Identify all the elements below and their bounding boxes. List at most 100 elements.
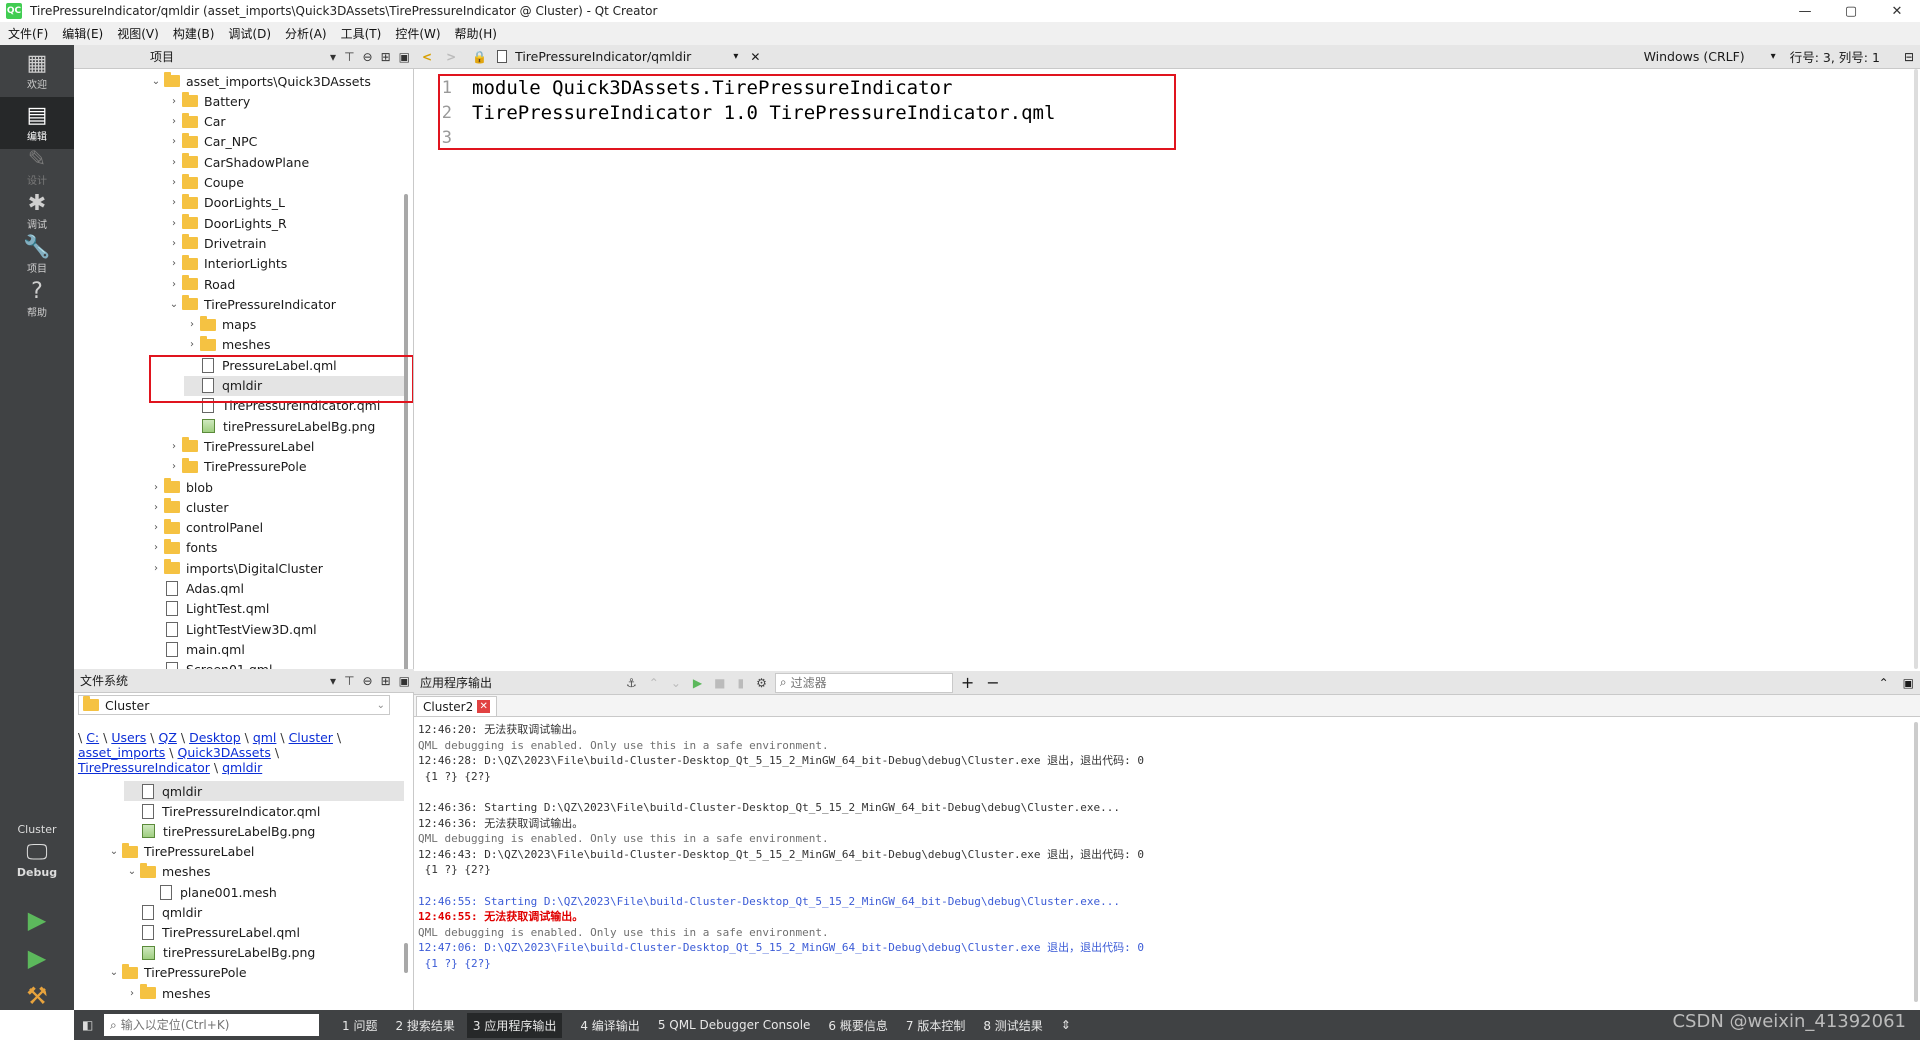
output-pane-button[interactable]: 4 编译输出 [580, 1017, 639, 1034]
fs-split-icon[interactable]: ⊞ [381, 674, 391, 688]
tree-item[interactable]: › Car [166, 112, 404, 132]
fs-dropdown-icon[interactable]: ▾ [330, 674, 336, 688]
expand-chevron-icon[interactable]: ⌄ [124, 866, 140, 877]
close-pane-icon[interactable]: ▣ [399, 50, 410, 64]
tree-item[interactable]: LightTest.qml [148, 599, 404, 619]
mode-help[interactable]: ? 帮助 [0, 273, 74, 325]
expand-chevron-icon[interactable]: › [148, 542, 164, 553]
output-pane-button[interactable]: 2 搜索结果 [395, 1017, 454, 1034]
path-segment[interactable]: Desktop [189, 730, 241, 745]
expand-chevron-icon[interactable]: ⌄ [106, 967, 122, 978]
maximize-button[interactable]: ▢ [1828, 0, 1874, 22]
zoom-in-icon[interactable]: + [961, 673, 974, 692]
path-segment[interactable]: qml [253, 730, 277, 745]
path-segment[interactable]: qmldir [222, 760, 262, 775]
fs-filter-icon[interactable]: ⊤ [344, 674, 354, 688]
tree-item[interactable]: › TirePressurePole [166, 457, 404, 477]
menu-item-7[interactable]: 控件(W) [395, 25, 440, 42]
settings-gear-icon[interactable]: ⚙ [756, 676, 767, 690]
split-icon[interactable]: ⊞ [381, 50, 391, 64]
fs-sync-icon[interactable]: ⊖ [363, 674, 373, 688]
path-segment[interactable]: Users [111, 730, 146, 745]
path-segment[interactable]: Quick3DAssets [177, 745, 270, 760]
tree-item[interactable]: › controlPanel [148, 518, 404, 538]
tree-item[interactable]: › InteriorLights [166, 254, 404, 274]
open-document-combo[interactable]: TirePressureIndicator/qmldir [515, 49, 691, 64]
tree-item[interactable]: Adas.qml [148, 579, 404, 599]
fs-scrollbar[interactable] [404, 943, 408, 973]
expand-chevron-icon[interactable]: › [166, 238, 182, 249]
locator-box[interactable]: ⌕ [104, 1014, 319, 1036]
expand-chevron-icon[interactable]: › [148, 522, 164, 533]
line-ending-combo[interactable]: Windows (CRLF) [1644, 49, 1745, 64]
tree-item[interactable]: › meshes [184, 335, 404, 355]
tree-item[interactable]: › maps [184, 315, 404, 335]
tree-item[interactable]: main.qml [148, 639, 404, 659]
output-pane-button[interactable]: 7 版本控制 [906, 1017, 965, 1034]
rerun-icon[interactable]: ▶ [693, 676, 702, 690]
sidebar-toggle-icon[interactable]: ◧ [82, 1018, 93, 1032]
tree-item[interactable]: › imports\DigitalCluster [148, 558, 404, 578]
split-editor-icon[interactable]: ⊟ [1904, 50, 1914, 64]
tree-item[interactable]: › TirePressureLabel [166, 436, 404, 456]
tree-item[interactable]: ⌄ asset_imports\Quick3DAssets [148, 71, 404, 91]
menu-item-3[interactable]: 构建(B) [173, 25, 215, 42]
editor-scrollbar[interactable] [1914, 69, 1918, 669]
nav-forward-button[interactable]: > [446, 50, 456, 64]
locator-input[interactable] [120, 1018, 301, 1032]
tree-item[interactable]: Screen01.qml [148, 660, 404, 669]
filter-icon[interactable]: ⊤ [344, 50, 354, 64]
menu-item-1[interactable]: 编辑(E) [62, 25, 103, 42]
path-segment[interactable]: C: [86, 730, 99, 745]
close-button[interactable]: ✕ [1874, 0, 1920, 22]
zoom-out-icon[interactable]: − [986, 673, 999, 692]
menu-item-6[interactable]: 工具(T) [341, 25, 382, 42]
tree-item[interactable]: › Road [166, 274, 404, 294]
menu-item-5[interactable]: 分析(A) [285, 25, 327, 42]
tree-item[interactable]: › DoorLights_L [166, 193, 404, 213]
menu-item-2[interactable]: 视图(V) [117, 25, 159, 42]
project-tree[interactable]: ⌄ asset_imports\Quick3DAssets › Battery › Car… [74, 69, 414, 669]
expand-chevron-icon[interactable]: › [166, 258, 182, 269]
output-pane-button[interactable]: 8 测试结果 [983, 1017, 1042, 1034]
tree-item[interactable]: › meshes [124, 983, 404, 1003]
output-filter-input[interactable] [790, 675, 931, 690]
tree-item[interactable]: qmldir [124, 902, 404, 922]
tree-item[interactable]: › fonts [148, 538, 404, 558]
tree-item[interactable]: TirePressureLabel.qml [124, 922, 404, 942]
minimize-button[interactable]: — [1782, 0, 1828, 22]
fs-close-icon[interactable]: ▣ [399, 674, 410, 688]
prev-icon[interactable]: ⌃ [649, 676, 659, 690]
close-pane-icon[interactable]: ▣ [1903, 676, 1914, 690]
expand-chevron-icon[interactable]: › [166, 279, 182, 290]
next-icon[interactable]: ⌄ [671, 676, 681, 690]
expand-chevron-icon[interactable]: › [166, 441, 182, 452]
menu-item-4[interactable]: 调试(D) [228, 25, 271, 42]
expand-chevron-icon[interactable]: › [148, 502, 164, 513]
maximize-pane-icon[interactable]: ⌃ [1879, 676, 1889, 690]
tree-item[interactable]: tirePressureLabelBg.png [184, 416, 404, 436]
tree-item[interactable]: › CarShadowPlane [166, 152, 404, 172]
cursor-position[interactable]: 行号: 3, 列号: 1 [1790, 47, 1880, 66]
document-dropdown-icon[interactable]: ▾ [733, 51, 738, 62]
fs-root-combo[interactable]: Cluster ⌄ [78, 695, 390, 715]
expand-chevron-icon[interactable]: › [166, 461, 182, 472]
stop-icon[interactable]: ■ [714, 676, 725, 690]
path-segment[interactable]: QZ [159, 730, 177, 745]
mode-grid[interactable]: ▦ 欢迎 [0, 45, 74, 97]
path-segment[interactable]: asset_imports [78, 745, 165, 760]
tree-item[interactable]: ⌄ TirePressureIndicator [166, 294, 404, 314]
tree-item[interactable]: › Coupe [166, 173, 404, 193]
run-button[interactable]: ▶ [22, 905, 52, 935]
expand-chevron-icon[interactable]: ⌄ [106, 846, 122, 857]
tree-item[interactable]: LightTestView3D.qml [148, 619, 404, 639]
tree-item[interactable]: › blob [148, 477, 404, 497]
nav-back-button[interactable]: < [422, 50, 432, 64]
close-tab-icon[interactable]: ✕ [477, 700, 491, 713]
tree-item[interactable]: › Car_NPC [166, 132, 404, 152]
fs-combo-dropdown-icon[interactable]: ⌄ [377, 700, 385, 711]
tree-item[interactable]: tirePressureLabelBg.png [124, 943, 404, 963]
menu-item-0[interactable]: 文件(F) [8, 25, 48, 42]
output-tab-cluster2[interactable]: Cluster2 ✕ [416, 696, 498, 716]
expand-chevron-icon[interactable]: › [184, 319, 200, 330]
